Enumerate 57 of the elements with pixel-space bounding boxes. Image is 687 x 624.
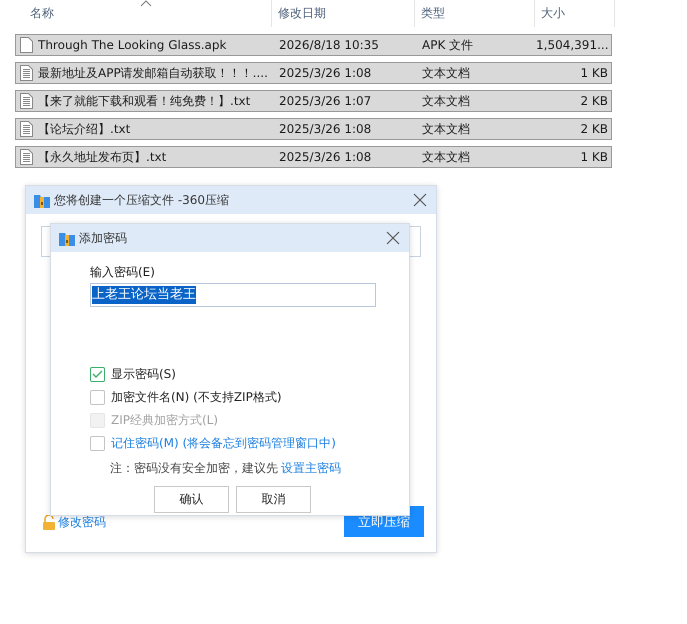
file-size: 1 KB <box>579 66 609 80</box>
file-name: 【来了就能下载和观看！纯免费！】.txt <box>38 92 250 110</box>
file-icon <box>20 37 33 53</box>
text-file-icon <box>20 149 33 165</box>
lock-icon <box>42 515 56 530</box>
file-row[interactable]: 最新地址及APP请发邮箱自动获取！！！.... 2025/3/26 1:08 文本文档 1 KB <box>15 62 612 84</box>
file-date: 2026/8/18 10:35 <box>278 38 380 52</box>
close-button[interactable] <box>385 230 401 246</box>
file-size: 1,504,391... <box>536 38 610 52</box>
file-name: 【论坛介绍】.txt <box>38 120 130 138</box>
file-name: 【永久地址发布页】.txt <box>38 148 166 166</box>
dialog-title: 添加密码 <box>79 230 128 246</box>
password-label: 输入密码(E) <box>90 264 156 281</box>
file-row[interactable]: 【来了就能下载和观看！纯免费！】.txt 2025/3/26 1:07 文本文档 2 KB <box>15 90 612 112</box>
column-header[interactable]: 名称 <box>0 0 272 27</box>
file-date: 2025/3/26 1:08 <box>278 66 372 80</box>
text-file-icon <box>20 65 33 81</box>
file-date: 2025/3/26 1:08 <box>278 150 372 164</box>
column-header[interactable]: 修改日期 <box>272 0 415 27</box>
checkbox[interactable] <box>90 436 105 451</box>
note-text: 注：密码没有安全加密，建议先 <box>110 460 278 477</box>
text-file-icon <box>20 121 33 137</box>
file-type: 文本文档 <box>421 148 471 166</box>
file-name: Through The Looking Glass.apk <box>38 38 226 52</box>
file-date: 2025/3/26 1:07 <box>278 94 372 108</box>
sort-caret-icon <box>140 0 152 7</box>
file-type: APK 文件 <box>421 36 474 54</box>
option-label: 记住密码(M) (将会备忘到密码管理窗口中) <box>111 435 336 452</box>
cancel-button[interactable]: 取消 <box>236 486 311 513</box>
option-label: 显示密码(S) <box>111 366 176 383</box>
file-type: 文本文档 <box>421 120 471 138</box>
archive-folder-icon <box>34 192 50 208</box>
file-size: 1 KB <box>579 150 609 164</box>
file-row[interactable]: 【论坛介绍】.txt 2025/3/26 1:08 文本文档 2 KB <box>15 118 612 140</box>
file-date: 2025/3/26 1:08 <box>278 122 372 136</box>
checkbox[interactable] <box>90 367 105 382</box>
file-size: 2 KB <box>579 94 609 108</box>
option-label: ZIP经典加密方式(L) <box>111 412 218 429</box>
change-password-link[interactable]: 修改密码 <box>58 514 106 531</box>
file-type: 文本文档 <box>421 64 471 82</box>
confirm-button[interactable]: 确认 <box>154 486 229 513</box>
file-name: 最新地址及APP请发邮箱自动获取！！！.... <box>38 64 268 82</box>
selected-password-text: 上老王论坛当老王 <box>92 286 196 304</box>
file-row[interactable]: 【永久地址发布页】.txt 2025/3/26 1:08 文本文档 1 KB <box>15 146 612 168</box>
file-row[interactable]: Through The Looking Glass.apk 2026/8/18 10:35 APK 文件 1,504,391... <box>15 34 612 56</box>
column-header[interactable]: 大小 <box>535 0 615 27</box>
close-button[interactable] <box>412 192 428 208</box>
archive-folder-icon <box>59 230 75 246</box>
option-label: 加密文件名(N) (不支持ZIP格式) <box>111 389 282 406</box>
password-field[interactable]: 上老王论坛当老王 <box>90 283 376 307</box>
file-size: 2 KB <box>579 122 609 136</box>
checkbox[interactable] <box>90 390 105 405</box>
text-file-icon <box>20 93 33 109</box>
column-header[interactable]: 类型 <box>415 0 535 27</box>
dialog-title: 您将创建一个压缩文件 -360压缩 <box>54 192 230 208</box>
set-master-password-link[interactable]: 设置主密码 <box>281 460 341 477</box>
file-type: 文本文档 <box>421 92 471 110</box>
